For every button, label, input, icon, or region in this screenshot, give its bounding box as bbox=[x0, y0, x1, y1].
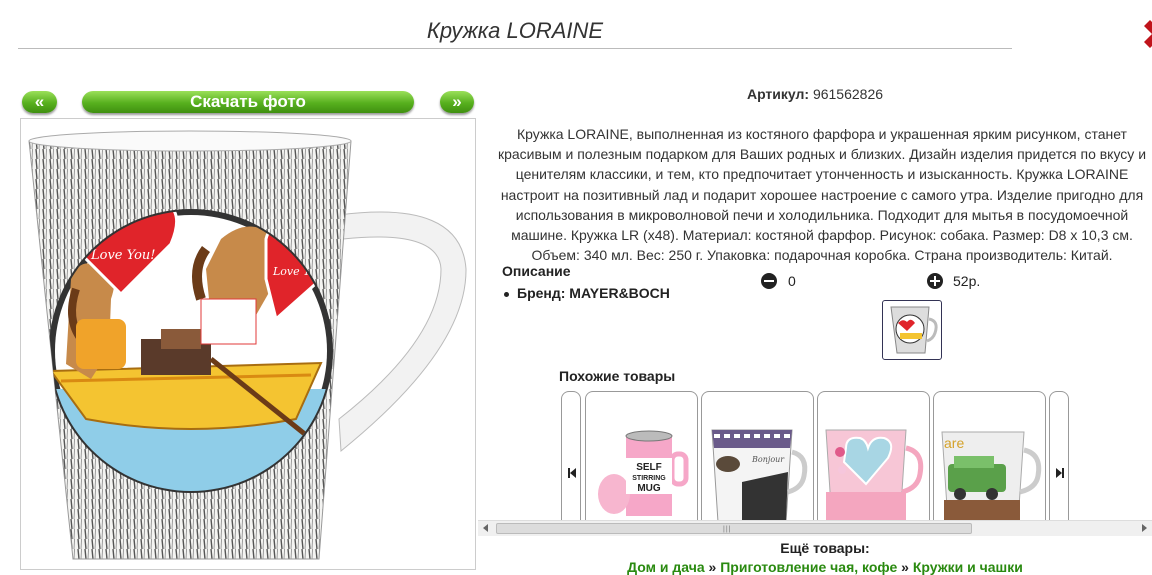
breadcrumb-separator: » bbox=[901, 559, 909, 575]
mug-text-bonjour: Bonjour bbox=[751, 455, 785, 464]
breadcrumb-tea-coffee[interactable]: Приготовление чая, кофе bbox=[720, 559, 897, 575]
breadcrumb-home-garden[interactable]: Дом и дача bbox=[627, 559, 705, 575]
specs-title: Описание bbox=[502, 263, 571, 279]
close-icon[interactable] bbox=[1138, 18, 1152, 58]
download-photo-button[interactable]: Скачать фото bbox=[82, 91, 414, 113]
carousel-prev-button[interactable] bbox=[561, 391, 581, 523]
product-description: Кружка LORAINE, выполненная из костяного… bbox=[497, 126, 1147, 264]
next-photo-button[interactable]: » bbox=[440, 91, 474, 113]
similar-item-4[interactable]: are bbox=[933, 391, 1046, 523]
skip-back-icon bbox=[568, 468, 576, 478]
title-divider bbox=[18, 48, 1012, 49]
similar-item-3[interactable] bbox=[817, 391, 930, 523]
brand-spec: Бренд: MAYER&BOCH bbox=[517, 285, 670, 301]
product-thumbnail[interactable] bbox=[882, 300, 942, 360]
mug-text-2: STIRRING bbox=[632, 475, 666, 482]
specs-list: Бренд: MAYER&BOCH bbox=[504, 285, 670, 301]
price: 52р. bbox=[953, 273, 981, 289]
skip-forward-icon bbox=[1056, 468, 1064, 478]
product-photo: Love You! Love You! bbox=[20, 118, 476, 570]
minus-icon[interactable] bbox=[761, 273, 777, 289]
similar-products-title: Похожие товары bbox=[559, 368, 676, 384]
carousel-next-button[interactable] bbox=[1049, 391, 1069, 523]
breadcrumb-mugs-cups[interactable]: Кружки и чашки bbox=[913, 559, 1023, 575]
similar-item-1[interactable]: SELF STIRRING MUG bbox=[585, 391, 698, 523]
scrollbar-thumb[interactable]: ||| bbox=[496, 523, 972, 534]
mug-text-3: MUG bbox=[637, 483, 661, 494]
breadcrumb: Дом и дача » Приготовление чая, кофе » К… bbox=[600, 559, 1050, 575]
article-value: 961562826 bbox=[812, 86, 884, 102]
mug-text-are: are bbox=[944, 435, 964, 451]
scroll-left-icon[interactable] bbox=[483, 524, 488, 532]
mug-text-1: SELF bbox=[636, 462, 662, 473]
article-line: Артикул: 961562826 bbox=[680, 86, 950, 102]
more-products-title: Ещё товары: bbox=[780, 540, 870, 556]
breadcrumb-separator: » bbox=[708, 559, 717, 575]
quantity-value: 0 bbox=[788, 273, 796, 289]
horizontal-scrollbar[interactable]: ||| bbox=[478, 520, 1152, 536]
page-title: Кружка LORAINE bbox=[426, 18, 604, 43]
plus-icon[interactable] bbox=[927, 273, 943, 289]
scroll-right-icon[interactable] bbox=[1142, 524, 1147, 532]
article-label: Артикул: bbox=[746, 86, 810, 102]
bullet-icon bbox=[504, 291, 509, 297]
similar-item-2[interactable]: Bonjour bbox=[701, 391, 814, 523]
heart-text-1: Love You! bbox=[90, 248, 156, 263]
prev-photo-button[interactable]: « bbox=[22, 91, 57, 113]
